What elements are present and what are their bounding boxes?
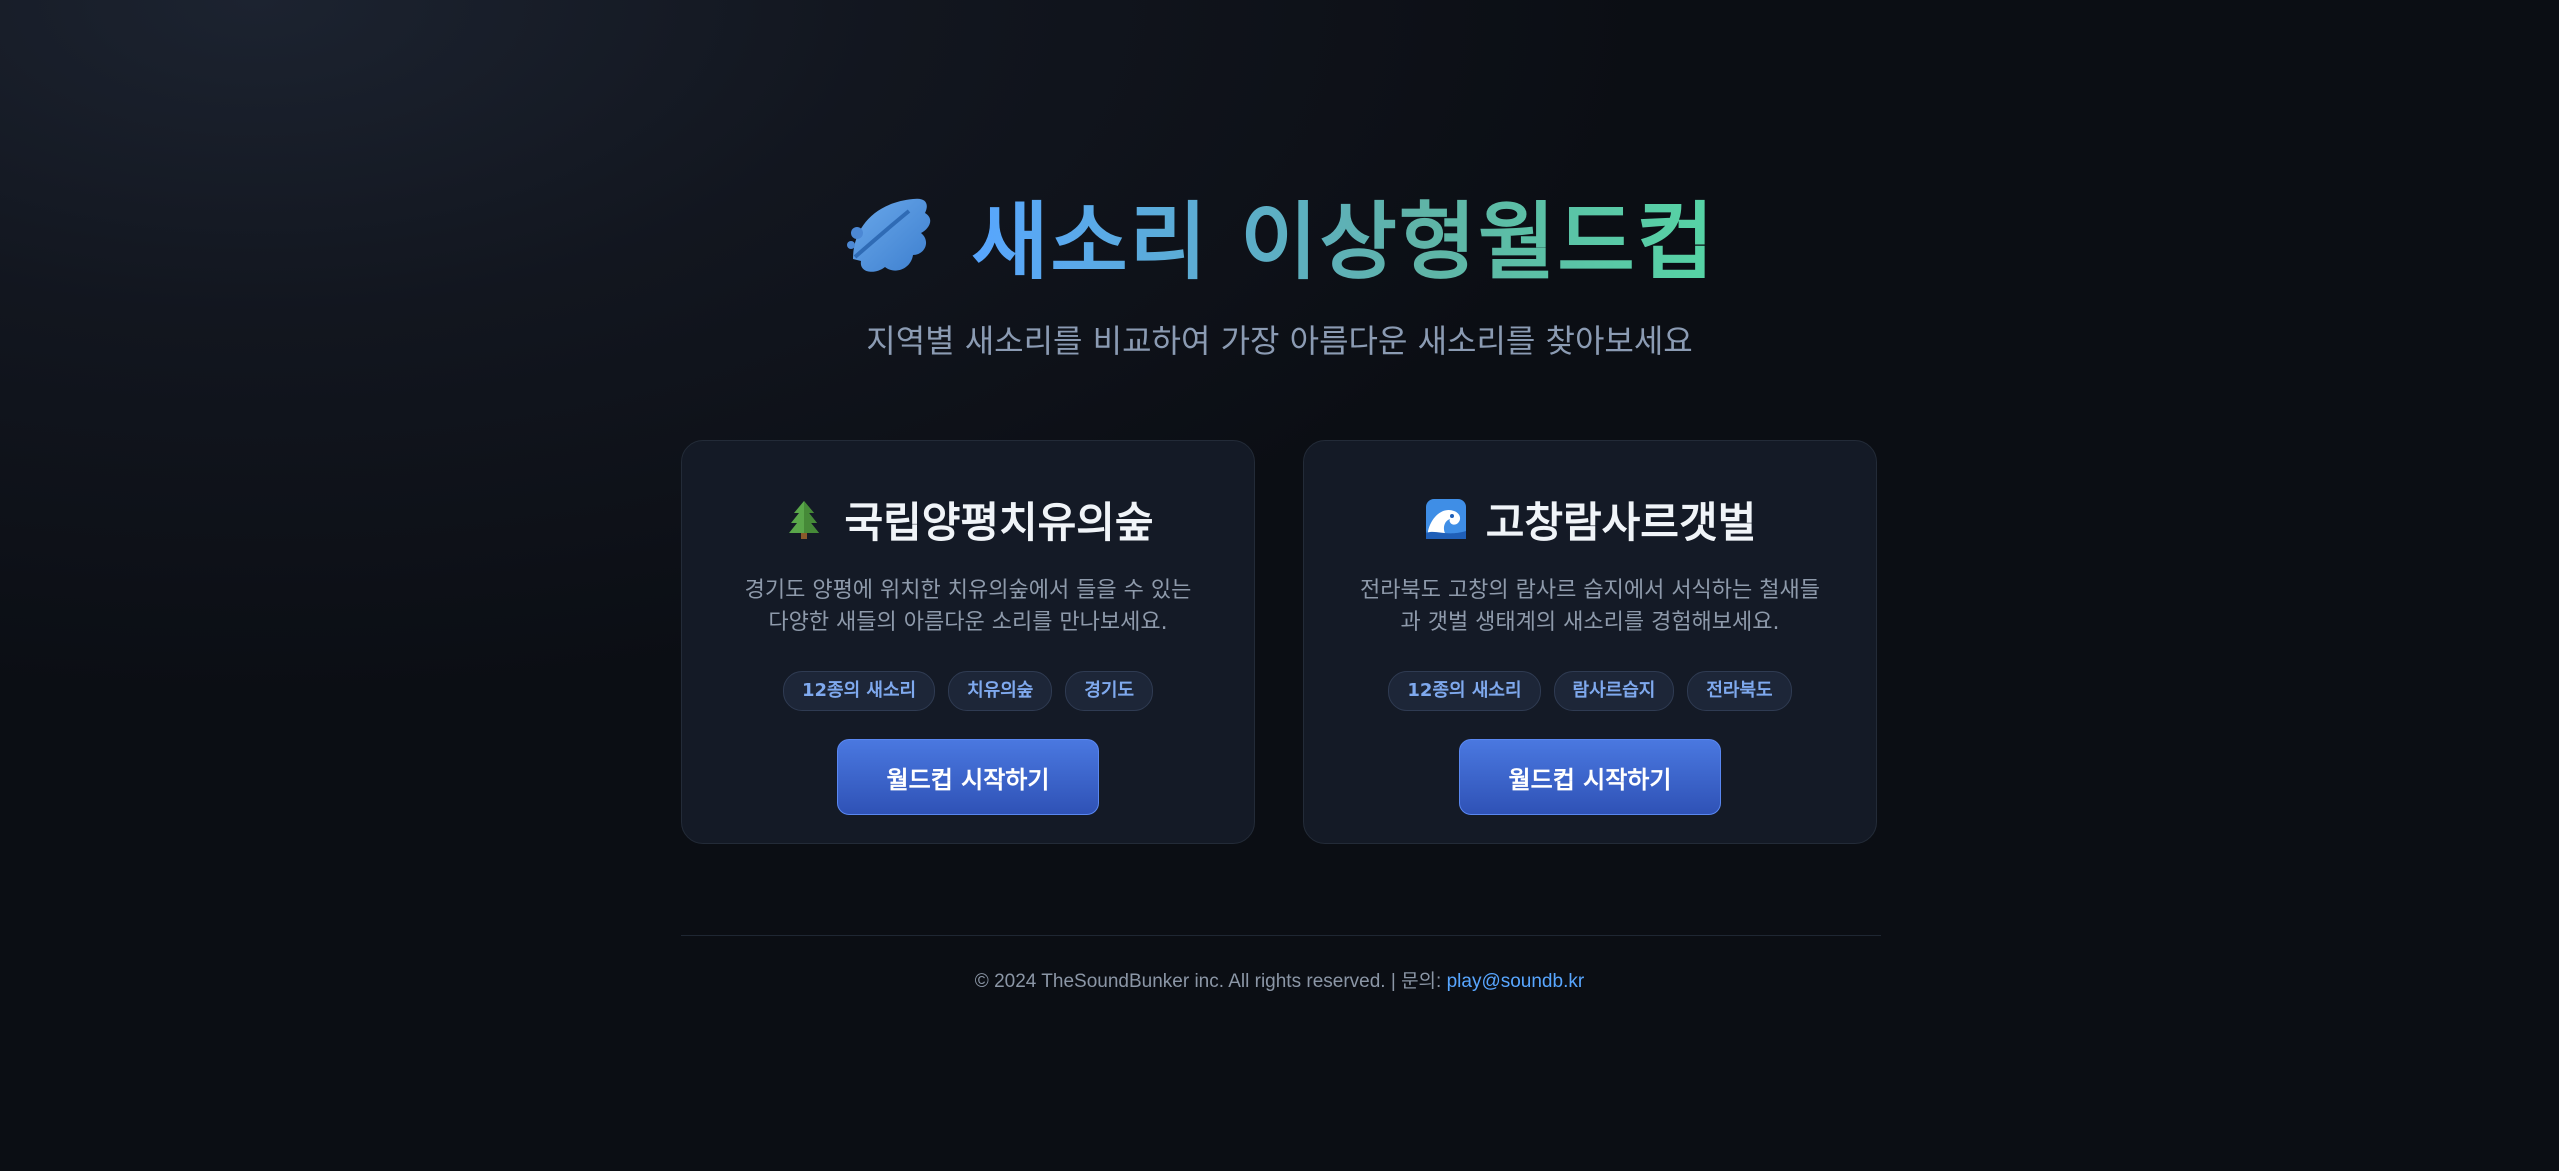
leaf-icon [843,189,935,281]
start-worldcup-button[interactable]: 월드컵 시작하기 [1459,739,1721,815]
card-title: 고창람사르갯벌 [1304,491,1876,547]
tag-habitat: 치유의숲 [948,671,1053,711]
footer: © 2024 TheSoundBunker inc. All rights re… [0,966,2559,993]
card-title: 국립양평치유의숲 [682,491,1254,547]
page-subtitle: 지역별 새소리를 비교하여 가장 아름다운 새소리를 찾아보세요 [866,322,1693,360]
tag-habitat: 람사르습지 [1553,671,1675,711]
tag-list: 12종의 새소리 치유의숲 경기도 [682,671,1254,711]
page-title: 새소리 이상형월드컵 [843,180,1716,291]
card-description: 전라북도 고창의 람사르 습지에서 서식하는 철새들 과 갯벌 생태계의 새소리… [1340,575,1840,639]
card-description-line: 다양한 새들의 아름다운 소리를 만나보세요. [768,610,1168,635]
card-description-line: 경기도 양평에 위치한 치유의숲에서 들을 수 있는 [744,578,1192,603]
tag-species-count: 12종의 새소리 [782,671,936,711]
card-title-text: 국립양평치유의숲 [844,497,1154,547]
tag-province: 전라북도 [1687,671,1792,711]
tag-list: 12종의 새소리 람사르습지 전라북도 [1304,671,1876,711]
card-title-text: 고창람사르갯벌 [1485,497,1757,547]
footer-copyright: © 2024 TheSoundBunker inc. All rights re… [974,971,1447,992]
start-worldcup-button[interactable]: 월드컵 시작하기 [837,739,1099,815]
region-cards: 국립양평치유의숲 경기도 양평에 위치한 치유의숲에서 들을 수 있는 다양한 … [681,440,1881,846]
page-header: 새소리 이상형월드컵 지역별 새소리를 비교하여 가장 아름다운 새소리를 찾아… [0,180,2559,362]
contact-email-link[interactable]: play@soundb.kr [1447,971,1585,992]
tag-province: 경기도 [1065,671,1154,711]
evergreen-tree-icon [782,497,826,541]
title-text: 새소리 이상형월드컵 [971,175,1716,296]
tag-species-count: 12종의 새소리 [1388,671,1541,711]
water-wave-icon [1424,497,1468,541]
footer-divider [681,935,1881,936]
card-description: 경기도 양평에 위치한 치유의숲에서 들을 수 있는 다양한 새들의 아름다운 … [718,575,1218,639]
card-description-line: 과 갯벌 생태계의 새소리를 경험해보세요. [1400,610,1780,635]
card-description-line: 전라북도 고창의 람사르 습지에서 서식하는 철새들 [1359,578,1820,603]
region-card-yangpyeong[interactable]: 국립양평치유의숲 경기도 양평에 위치한 치유의숲에서 들을 수 있는 다양한 … [681,440,1255,844]
region-card-gochang[interactable]: 고창람사르갯벌 전라북도 고창의 람사르 습지에서 서식하는 철새들 과 갯벌 … [1303,440,1877,844]
